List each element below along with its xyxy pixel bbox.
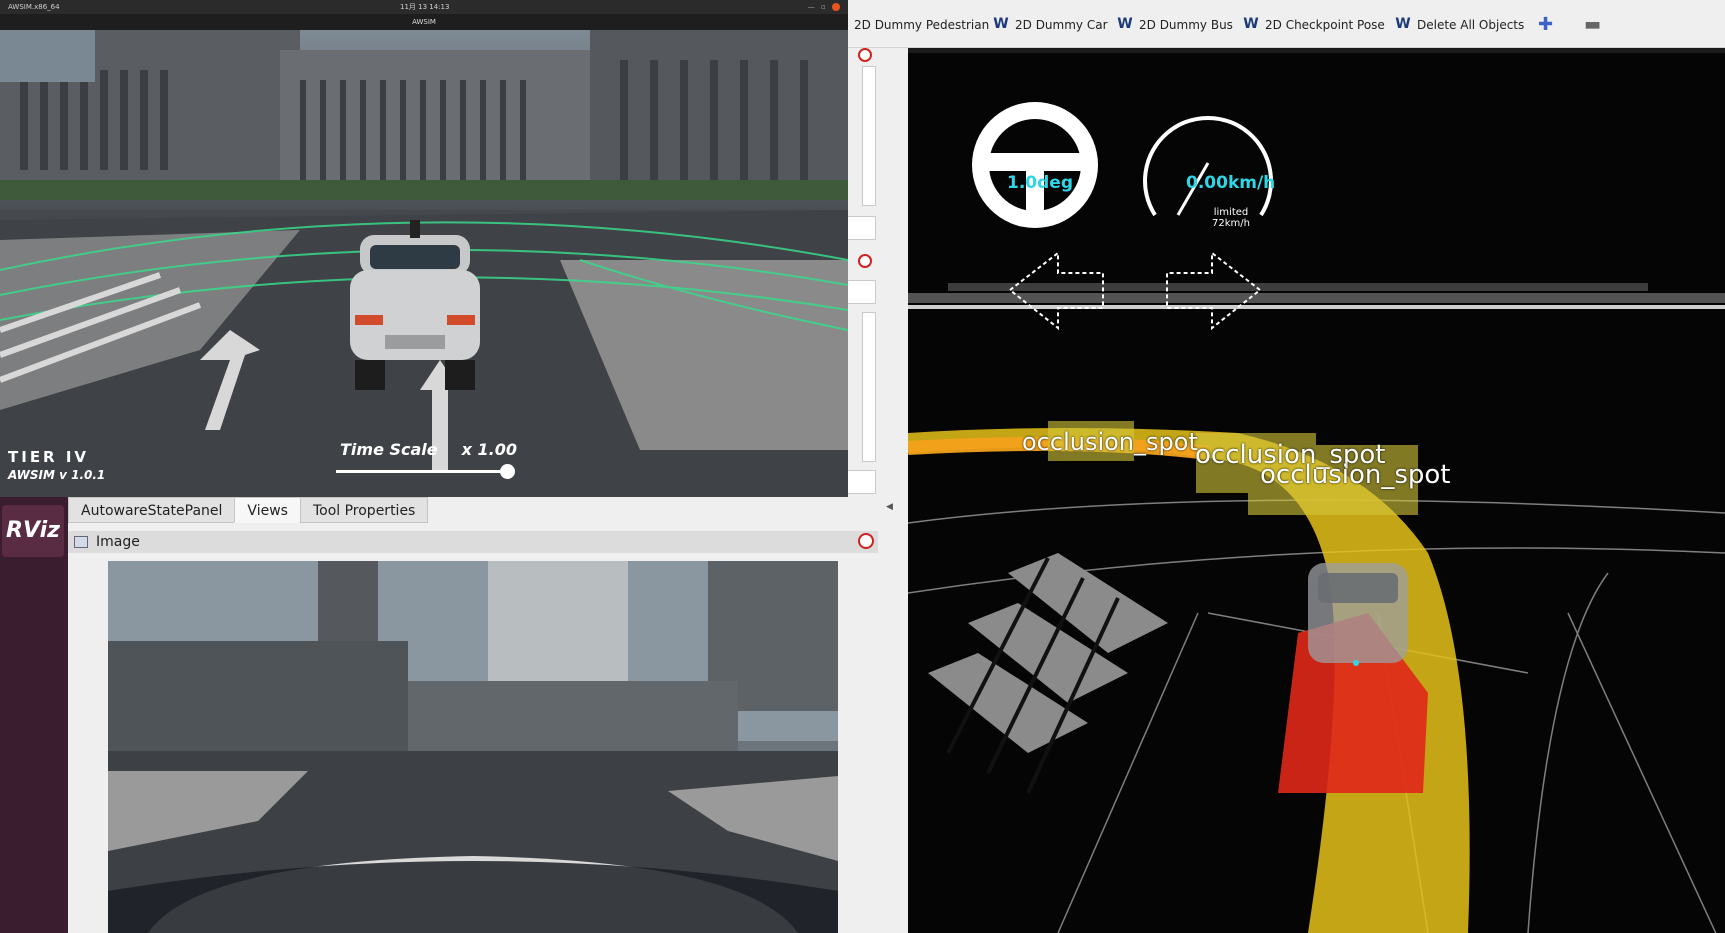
occlusion-spot-label: occlusion_spot — [1022, 428, 1198, 456]
panel-field[interactable] — [848, 280, 876, 304]
image-panel-title: Image — [96, 534, 140, 550]
awsim-version: AWSIM v 1.0.1 — [8, 468, 106, 482]
tool-label: 2D Dummy Car — [1015, 18, 1108, 32]
panel-close-icon[interactable] — [858, 254, 872, 268]
time-scale-text: Time Scale — [340, 440, 438, 459]
speed-limit-line2: 72km/h — [1212, 218, 1250, 229]
camera-image — [108, 561, 838, 933]
time-scale-value: x 1.00 — [461, 440, 518, 459]
ego-vehicle-model — [1308, 563, 1408, 666]
awsim-window: AWSIM.x86_64 11月 13 14:13 — ▫ AWSIM TIER… — [0, 0, 848, 497]
image-panel-close-icon[interactable] — [858, 533, 874, 549]
tool-label: 2D Dummy Pedestrian — [854, 18, 990, 32]
tool-delete-all-objects[interactable]: W Delete All Objects — [1394, 14, 1524, 36]
image-panel-header: Image — [68, 531, 878, 553]
steering-angle-readout: 1.0deg — [1007, 173, 1073, 193]
rviz-logo: RViz — [2, 505, 64, 557]
autoware-icon: W — [993, 16, 1009, 32]
time-scale-slider[interactable] — [336, 470, 508, 473]
collapse-arrow-icon[interactable]: ◀ — [886, 502, 893, 512]
tool-label: 2D Checkpoint Pose — [1265, 18, 1385, 32]
tool-2d-dummy-pedestrian[interactable]: 2D Dummy Pedestrian — [854, 14, 989, 36]
tool-2d-dummy-bus[interactable]: W 2D Dummy Bus — [1116, 14, 1233, 36]
awsim-logo: TIER IV AWSIM v 1.0.1 — [8, 448, 105, 482]
time-scale-slider-thumb[interactable] — [500, 464, 515, 479]
close-icon[interactable] — [832, 3, 840, 11]
panel-field[interactable] — [848, 216, 876, 240]
system-clock: 11月 13 14:13 — [400, 3, 450, 11]
awsim-window-label: AWSIM.x86_64 — [8, 3, 60, 11]
tool-label: 2D Dummy Bus — [1139, 18, 1233, 32]
panel-scrollbar[interactable] — [862, 66, 876, 206]
time-scale-label: Time Scale x 1.00 — [340, 440, 517, 459]
tab-tool-properties[interactable]: Tool Properties — [299, 497, 429, 523]
speed-limit-line1: limited — [1213, 207, 1249, 218]
autoware-icon: W — [1243, 16, 1259, 32]
autoware-icon: W — [1395, 16, 1411, 32]
panel-field[interactable] — [848, 470, 876, 494]
tab-autoware-state-panel[interactable]: AutowareStatePanel — [68, 497, 236, 523]
steering-wheel-icon — [972, 102, 1098, 228]
minus-icon[interactable]: ▬ — [1584, 14, 1601, 35]
panel-scrollbar[interactable] — [862, 312, 876, 462]
panel-close-icon[interactable] — [858, 48, 872, 62]
tool-label: Delete All Objects — [1417, 18, 1525, 32]
plus-icon[interactable]: ✚ — [1538, 14, 1553, 35]
rviz-sidebar — [0, 497, 68, 933]
autoware-icon: W — [1117, 16, 1133, 32]
speed-limit-text: limited 72km/h — [1201, 207, 1261, 229]
dock-tabs: AutowareStatePanel Views Tool Properties — [68, 497, 429, 523]
speed-readout: 0.00km/h — [1186, 173, 1276, 193]
tool-2d-checkpoint-pose[interactable]: W 2D Checkpoint Pose — [1242, 14, 1385, 36]
awsim-scene — [0, 30, 848, 497]
tab-views[interactable]: Views — [234, 497, 301, 523]
tier4-brand: TIER IV — [8, 448, 90, 466]
awsim-titlebar: AWSIM.x86_64 11月 13 14:13 — ▫ — [0, 0, 848, 14]
image-window-icon — [74, 536, 88, 548]
occlusion-spot-label: occlusion_spot — [1260, 460, 1451, 490]
tool-2d-dummy-car[interactable]: W 2D Dummy Car — [992, 14, 1108, 36]
window-controls[interactable]: — ▫ — [808, 0, 840, 14]
awsim-title: AWSIM — [0, 14, 848, 30]
